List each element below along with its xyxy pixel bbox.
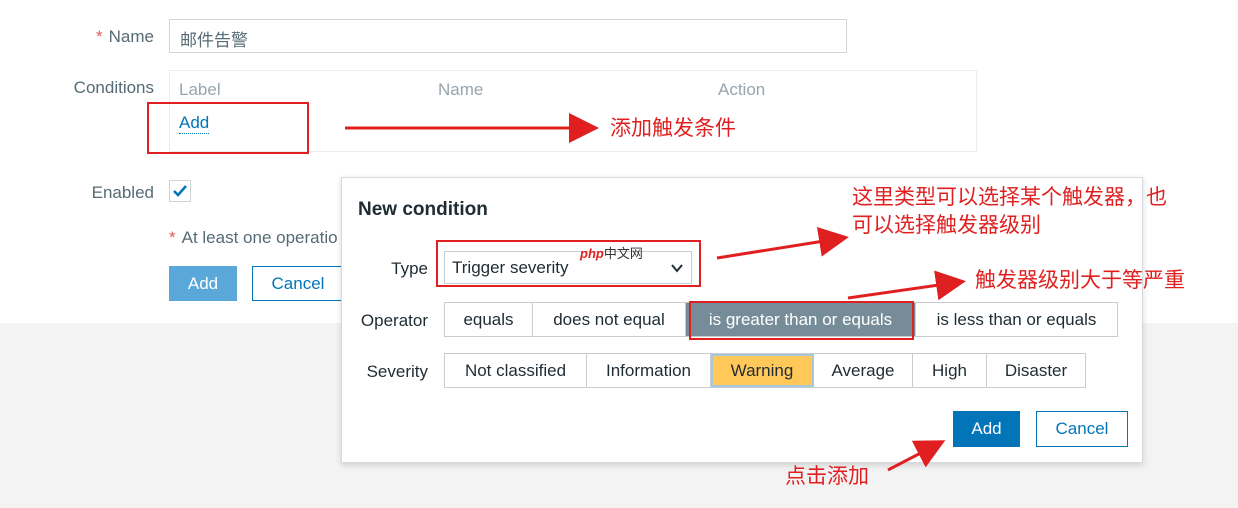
- arrow-severity-note: [847, 270, 966, 301]
- arrow-click-add: [887, 440, 946, 472]
- arrow-type-note: [716, 226, 849, 260]
- annotation-arrows: [345, 113, 966, 472]
